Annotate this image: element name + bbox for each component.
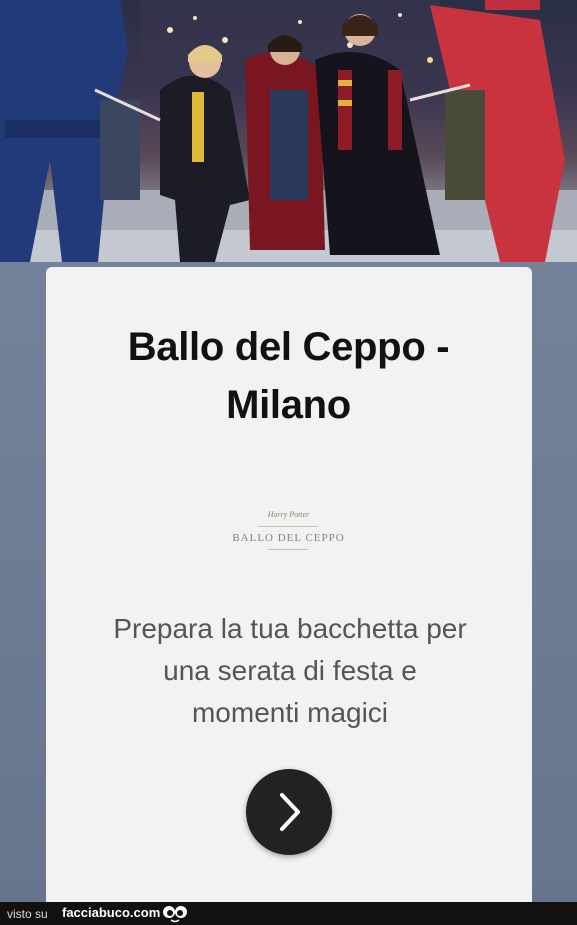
- hero-photo: [0, 0, 577, 262]
- logo-rule-bottom: [268, 549, 308, 550]
- next-button[interactable]: [246, 769, 332, 855]
- tagline-line3: momenti magici: [191, 697, 389, 728]
- chevron-right-icon: [280, 793, 300, 831]
- footer-visto-label: visto su: [7, 907, 48, 921]
- event-title: Ballo del Ceppo - Milano: [0, 318, 577, 434]
- event-title-line1: Ballo del Ceppo -: [127, 325, 450, 369]
- eyes-icon: [163, 906, 187, 923]
- event-tagline: Prepara la tua bacchetta per una serata …: [80, 608, 500, 734]
- event-title-line2: Milano: [226, 383, 351, 427]
- footer-site-label: facciabuco.com: [62, 905, 161, 920]
- event-logo-text: BALLO DEL CEPPO: [232, 532, 345, 544]
- watermark-footer: visto su facciabuco.com: [0, 902, 577, 925]
- tagline-line2: una serata di festa e: [163, 655, 417, 686]
- event-logo-small-text: Harry Potter: [267, 510, 310, 519]
- tagline-line1: Prepara la tua bacchetta per: [113, 613, 467, 644]
- logo-rule-top: [258, 526, 318, 527]
- hero-photo-illustration: [0, 0, 577, 262]
